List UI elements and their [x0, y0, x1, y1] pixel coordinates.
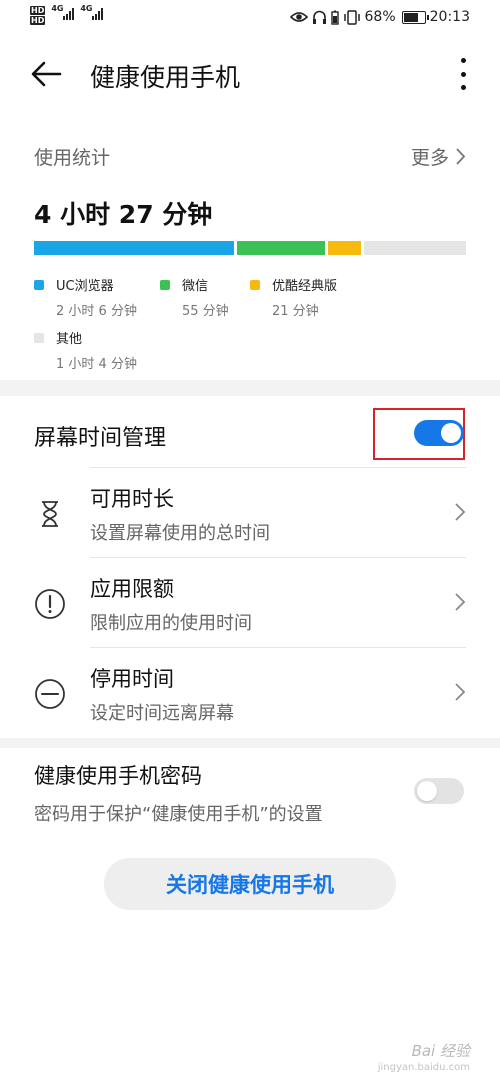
usage-bar-segment — [364, 241, 466, 255]
chevron-right-icon — [455, 593, 466, 611]
legend-app-time: 21 分钟 — [272, 304, 319, 319]
screen-time-row: 屏幕时间管理 — [34, 408, 466, 460]
status-bar: HD HD 4G 4G 68% 20:13 — [0, 0, 500, 36]
legend-dot — [34, 332, 44, 343]
setting-title: 应用限额 — [90, 577, 174, 601]
eye-icon — [289, 12, 308, 22]
legend-app-time: 2 小时 6 分钟 — [56, 304, 137, 319]
chevron-right-icon — [455, 683, 466, 701]
legend-dot — [160, 279, 170, 290]
hd-badge: HD — [30, 16, 46, 25]
clock: 20:13 — [429, 9, 470, 25]
legend-app-name: 其他 — [56, 332, 83, 347]
legend-app-name: 优酷经典版 — [272, 279, 338, 294]
setting-title: 可用时长 — [90, 487, 174, 511]
watermark-sub: jingyan.baidu.com — [377, 1062, 470, 1073]
network-type: 4G — [51, 4, 64, 13]
section-divider — [0, 738, 500, 748]
usage-bar-segment — [34, 241, 235, 255]
usage-bar-segment — [237, 241, 325, 255]
setting-row-downtime[interactable]: 停用时间 设定时间远离屏幕 — [34, 647, 466, 737]
setting-title: 停用时间 — [90, 667, 174, 691]
hourglass-icon — [42, 501, 58, 527]
chevron-right-icon — [456, 148, 466, 165]
hd-badges: HD HD — [30, 6, 46, 25]
legend-item: 其他 1 小时 4 分钟 — [34, 328, 137, 372]
usage-header: 使用统计 更多 — [34, 143, 466, 169]
battery-saver-icon — [330, 10, 339, 25]
watermark: Bai 经验 jingyan.baidu.com — [378, 1040, 470, 1073]
battery-percent: 68% — [364, 9, 396, 25]
vibrate-icon — [343, 9, 360, 25]
usage-bar-segment — [327, 241, 362, 255]
setting-subtitle: 设置屏幕使用的总时间 — [90, 523, 270, 544]
legend-app-name: 微信 — [182, 279, 209, 294]
hd-badge: HD — [30, 6, 46, 15]
arrow-left-icon — [31, 61, 62, 87]
legend-dot — [250, 279, 260, 290]
usage-title: 使用统计 — [34, 147, 111, 169]
page-title: 健康使用手机 — [90, 63, 241, 92]
signal-icon: 4G — [80, 4, 104, 20]
status-right: 68% 20:13 — [289, 9, 470, 25]
password-toggle[interactable] — [414, 778, 464, 804]
section-divider — [0, 380, 500, 396]
battery-icon — [401, 10, 429, 24]
legend-item: 微信 55 分钟 — [160, 275, 229, 319]
chevron-right-icon — [455, 503, 466, 521]
legend-item: UC浏览器 2 小时 6 分钟 — [34, 275, 137, 319]
legend-app-time: 55 分钟 — [182, 304, 229, 319]
usage-more-label: 更多 — [410, 147, 449, 169]
setting-subtitle: 设定时间远离屏幕 — [90, 703, 234, 724]
network-type: 4G — [80, 4, 93, 13]
password-subtitle: 密码用于保护“健康使用手机”的设置 — [34, 804, 323, 825]
back-button[interactable] — [28, 56, 68, 92]
headphones-icon — [312, 10, 326, 24]
legend-app-name: UC浏览器 — [56, 279, 114, 294]
app-header: 健康使用手机 — [0, 44, 500, 104]
close-health-button[interactable]: 关闭健康使用手机 — [104, 858, 396, 910]
password-row: 健康使用手机密码 密码用于保护“健康使用手机”的设置 — [34, 760, 466, 830]
watermark-text: Bai 经验 — [411, 1042, 470, 1060]
total-usage-time: 4 小时 27 分钟 — [34, 200, 213, 229]
setting-row-available-time[interactable]: 可用时长 设置屏幕使用的总时间 — [34, 467, 466, 557]
usage-bar — [34, 241, 466, 255]
minus-circle-icon — [35, 679, 65, 709]
password-title: 健康使用手机密码 — [34, 764, 202, 788]
setting-subtitle: 限制应用的使用时间 — [90, 613, 252, 634]
usage-more-link[interactable]: 更多 — [411, 143, 466, 170]
setting-row-app-limits[interactable]: 应用限额 限制应用的使用时间 — [34, 557, 466, 647]
status-left: HD HD 4G 4G — [30, 4, 104, 25]
screen-time-toggle[interactable] — [414, 420, 464, 446]
exclamation-circle-icon — [35, 589, 65, 619]
screen-time-label: 屏幕时间管理 — [34, 426, 167, 451]
signal-icon: 4G — [51, 4, 75, 20]
legend-dot — [34, 279, 44, 290]
legend-app-time: 1 小时 4 分钟 — [56, 357, 137, 372]
more-vertical-icon[interactable] — [458, 58, 468, 90]
legend-item: 优酷经典版 21 分钟 — [250, 275, 337, 319]
